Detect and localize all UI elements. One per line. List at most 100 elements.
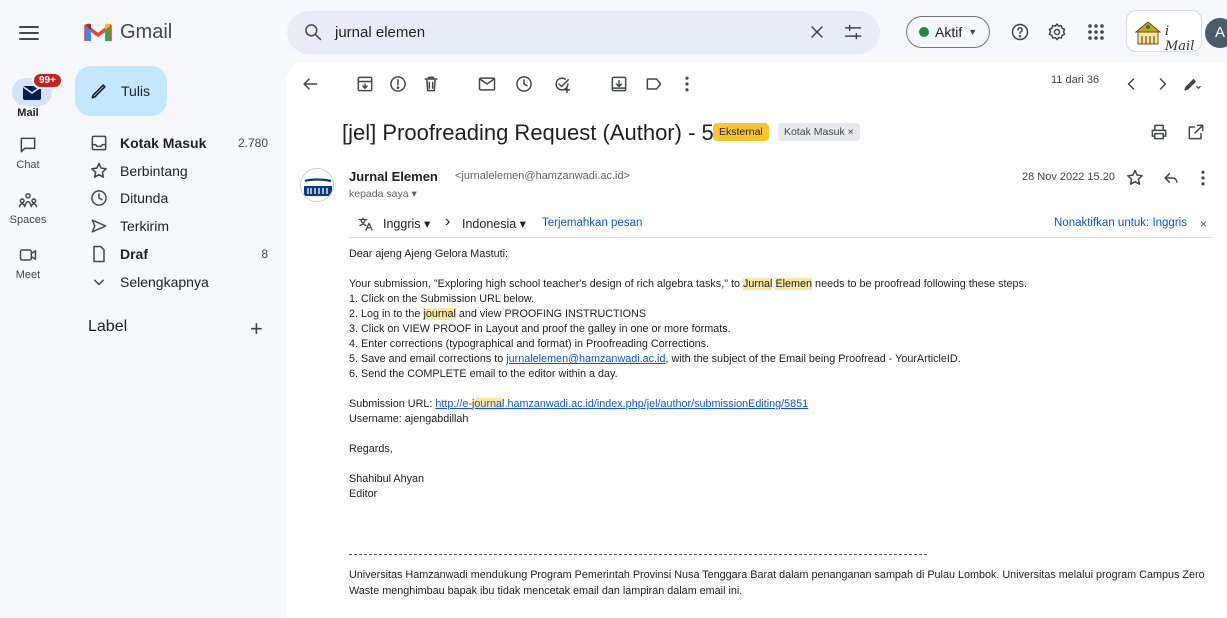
- gmail-m-icon: [84, 23, 112, 41]
- external-tag: Eksternal: [713, 123, 769, 141]
- reply-icon[interactable]: [1161, 168, 1181, 188]
- nav-count: 8: [261, 247, 268, 261]
- main-menu-button[interactable]: [17, 21, 41, 45]
- add-task-icon[interactable]: [552, 74, 572, 94]
- nav-item-starred[interactable]: Berbintang: [75, 157, 280, 185]
- star-icon[interactable]: [1125, 168, 1145, 188]
- close-translate-icon[interactable]: ×: [1200, 217, 1207, 231]
- step-5: 5. Save and email corrections to jurnale…: [349, 353, 961, 365]
- intro-line: Your submission, "Exploring high school …: [349, 278, 1027, 290]
- report-spam-icon[interactable]: [388, 74, 408, 94]
- input-tools-pen-icon[interactable]: [1181, 74, 1201, 94]
- journal-logo-icon: [301, 169, 333, 201]
- nav-item-sent[interactable]: Terkirim: [75, 212, 280, 240]
- spaces-icon: [18, 193, 38, 208]
- clear-search-icon[interactable]: [807, 22, 827, 42]
- status-dropdown[interactable]: Aktif ▼: [906, 16, 990, 48]
- add-label-button[interactable]: +: [250, 316, 263, 342]
- chevron-down-icon: [94, 279, 104, 286]
- translate-message-link[interactable]: Terjemahkan pesan: [542, 217, 642, 229]
- submission-url-link[interactable]: http://e-journal.hamzanwadi.ac.id/index.…: [435, 398, 808, 410]
- sender-avatar[interactable]: [300, 168, 334, 202]
- search-input[interactable]: jurnal elemen: [335, 24, 425, 41]
- chat-icon: [20, 137, 36, 153]
- labels-heading: Label: [88, 318, 128, 335]
- step-6: 6. Send the COMPLETE email to the editor…: [349, 368, 618, 380]
- inbox-label-chip[interactable]: Kotak Masuk ×: [778, 123, 860, 141]
- translate-icon: [358, 217, 373, 231]
- more-vertical-icon[interactable]: [677, 74, 697, 94]
- search-bar[interactable]: jurnal elemen: [287, 11, 880, 54]
- username-line: Username: ajengabdillah: [349, 413, 469, 425]
- newer-chevron-left-icon[interactable]: [1121, 74, 1141, 94]
- sender-name[interactable]: Jurnal Elemen: [349, 169, 438, 184]
- archive-icon[interactable]: [355, 74, 375, 94]
- search-icon[interactable]: [303, 22, 323, 42]
- signature-role: Editor: [349, 488, 378, 500]
- label-tag-icon[interactable]: [644, 74, 664, 94]
- trash-icon[interactable]: [421, 74, 441, 94]
- move-to-icon[interactable]: [609, 74, 629, 94]
- signature-name: Shahibul Ahyan: [349, 473, 425, 485]
- nav-count: 2.780: [237, 136, 268, 150]
- nav-label: Kotak Masuk: [120, 135, 207, 151]
- app-name: Gmail: [120, 20, 173, 43]
- send-icon: [91, 219, 107, 233]
- step-2: 2. Log in to the journal and view PROOFI…: [349, 308, 647, 320]
- chevron-down-icon: ▼: [968, 27, 978, 37]
- nav-item-drafts[interactable]: Draf 8: [75, 240, 280, 268]
- snooze-clock-icon[interactable]: [514, 74, 534, 94]
- message-date: 28 Nov 2022 15.20: [1022, 171, 1115, 183]
- regards: Regards,: [349, 443, 393, 455]
- help-icon[interactable]: [1010, 22, 1030, 42]
- rail-chat[interactable]: Chat: [0, 135, 64, 175]
- more-vertical-icon[interactable]: [1193, 168, 1213, 188]
- nav-item-snoozed[interactable]: Ditunda: [75, 184, 280, 212]
- search-options-icon[interactable]: [843, 22, 863, 42]
- gmail-logo[interactable]: Gmail: [84, 18, 172, 46]
- open-new-window-icon[interactable]: [1186, 122, 1206, 142]
- compose-button[interactable]: Tulis: [75, 66, 167, 116]
- footer-divider: [349, 554, 927, 555]
- star-icon: [91, 162, 107, 178]
- greeting: Dear ajeng Ajeng Gelora Mastuti:: [349, 248, 509, 260]
- apps-grid-icon[interactable]: [1087, 23, 1105, 41]
- nav-label: Berbintang: [120, 163, 188, 179]
- organization-logo[interactable]: i Mail: [1126, 10, 1202, 54]
- rail-mail-label: Mail: [17, 107, 39, 119]
- compose-label: Tulis: [121, 83, 151, 99]
- clock-icon: [91, 190, 107, 206]
- nav-label: Terkirim: [120, 218, 169, 234]
- inbox-icon: [91, 135, 107, 151]
- message-subject: [jel] Proofreading Request (Author) - 58…: [342, 120, 751, 145]
- nav-item-more[interactable]: Selengkapnya: [75, 268, 280, 296]
- source-language-dropdown[interactable]: Inggris ▾: [383, 216, 430, 231]
- pagination-text: 11 dari 36: [1051, 74, 1100, 86]
- editor-email-link[interactable]: jurnalelemen@hamzanwadi.ac.id: [506, 353, 665, 365]
- target-language-dropdown[interactable]: Indonesia ▾: [462, 216, 526, 231]
- older-chevron-right-icon[interactable]: [1153, 74, 1173, 94]
- translate-bar: Inggris ▾ › Indonesia ▾ Terjemahkan pesa…: [349, 212, 1212, 238]
- status-label: Aktif: [935, 24, 963, 40]
- rail-meet[interactable]: Meet: [0, 245, 64, 285]
- step-4: 4. Enter corrections (typographical and …: [349, 338, 710, 350]
- pencil-icon: [91, 84, 106, 99]
- rail-meet-label: Meet: [15, 269, 41, 281]
- nav-item-inbox[interactable]: Kotak Masuk 2.780: [75, 129, 280, 157]
- mark-unread-icon[interactable]: [477, 74, 497, 94]
- rail-mail[interactable]: 99+ Mail: [0, 72, 64, 122]
- step-3: 3. Click on VIEW PROOF in Layout and pro…: [349, 323, 731, 335]
- nav-label: Selengkapnya: [120, 274, 209, 290]
- disable-translation-link[interactable]: Nonaktifkan untuk: Inggris: [1054, 217, 1187, 229]
- campus-building-icon: [1134, 21, 1162, 45]
- nav-label: Ditunda: [120, 190, 169, 206]
- message-body: Dear ajeng Ajeng Gelora Mastuti: Your su…: [349, 247, 1219, 502]
- back-arrow-icon[interactable]: [300, 74, 320, 94]
- status-dot: [919, 27, 929, 37]
- settings-gear-icon[interactable]: [1047, 22, 1067, 42]
- footer-disclaimer: Universitas Hamzanwadi mendukung Program…: [349, 569, 1205, 597]
- print-icon[interactable]: [1149, 122, 1169, 142]
- account-avatar[interactable]: A: [1205, 18, 1227, 48]
- recipient-details[interactable]: kepada saya ▾: [349, 188, 417, 200]
- rail-spaces[interactable]: Spaces: [0, 190, 64, 230]
